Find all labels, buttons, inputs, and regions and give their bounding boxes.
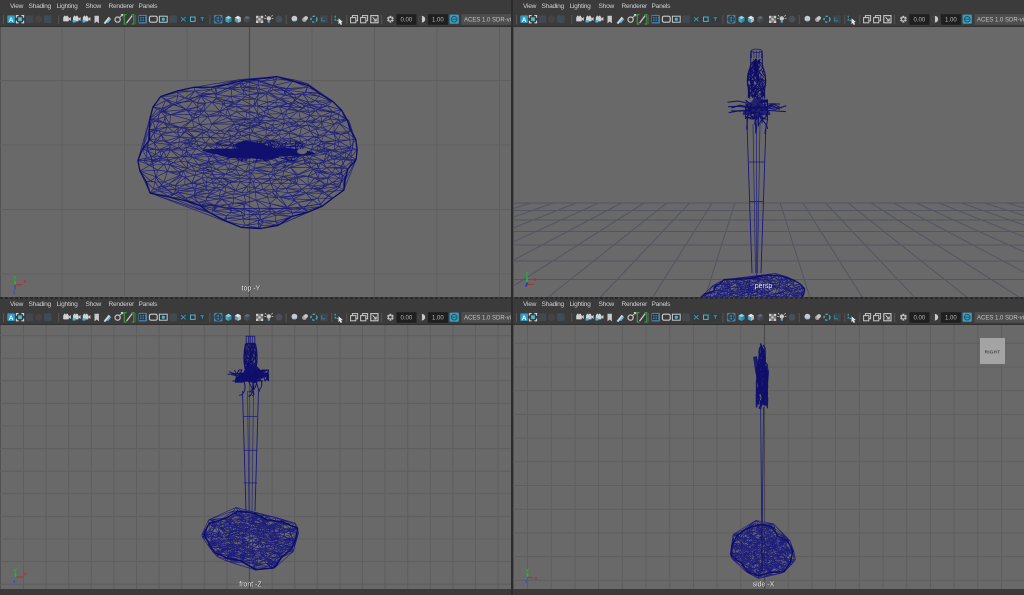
svg-text:1.00: 1.00: [945, 18, 957, 24]
svg-text:0.00: 0.00: [401, 18, 413, 24]
svg-text:0.00: 0.00: [914, 316, 926, 322]
svg-text:ACES 1.0 SDR-vide: ACES 1.0 SDR-vide: [977, 18, 1024, 24]
svg-text:side -X: side -X: [753, 582, 775, 589]
svg-text:A: A: [9, 315, 14, 322]
svg-text:persp: persp: [755, 283, 773, 290]
svg-text:x: x: [24, 572, 27, 578]
svg-text:0.00: 0.00: [914, 18, 926, 24]
svg-text:ACES 1.0 SDR-vide: ACES 1.0 SDR-vide: [464, 316, 511, 322]
svg-text:ACES 1.0 SDR-vide: ACES 1.0 SDR-vide: [464, 18, 511, 24]
svg-text:y: y: [14, 568, 17, 574]
svg-text:x: x: [534, 277, 537, 283]
svg-text:A: A: [522, 17, 527, 24]
svg-text:y: y: [526, 568, 529, 574]
svg-text:y: y: [526, 271, 529, 277]
svg-text:z: z: [13, 290, 16, 296]
svg-text:y: y: [14, 275, 17, 281]
svg-text:1.00: 1.00: [945, 316, 957, 322]
svg-text:1.00: 1.00: [432, 316, 444, 322]
svg-text:front -Z: front -Z: [239, 582, 262, 589]
svg-text:top -Y: top -Y: [242, 286, 261, 293]
svg-text:A: A: [522, 315, 527, 322]
svg-text:1.00: 1.00: [432, 18, 444, 24]
svg-text:A: A: [9, 17, 14, 24]
svg-text:0.00: 0.00: [401, 316, 413, 322]
svg-text:ACES 1.0 SDR-vide: ACES 1.0 SDR-vide: [977, 316, 1024, 322]
svg-text:x: x: [24, 279, 27, 285]
svg-text:x: x: [535, 576, 538, 582]
svg-text:RIGHT: RIGHT: [985, 350, 1001, 355]
